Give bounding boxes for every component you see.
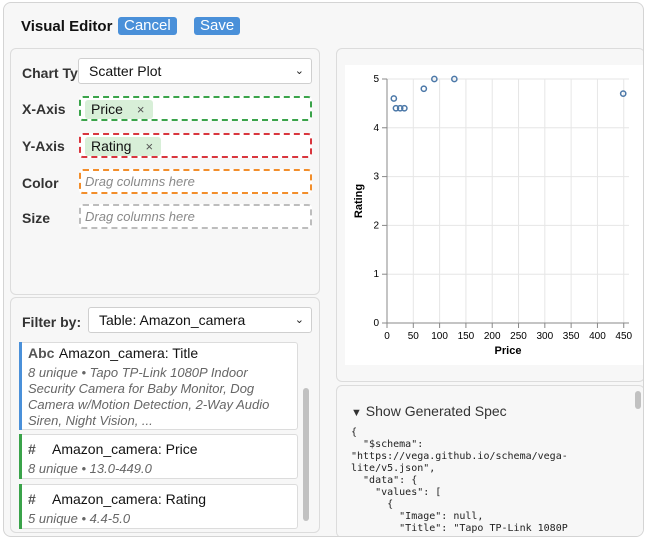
column-card-price[interactable]: # Amazon_camera: Price 8 unique • 13.0-44…	[19, 434, 298, 479]
text-type-icon: Abc	[28, 345, 55, 361]
column-type-bar	[19, 342, 22, 430]
chart-preview-panel: 0 50 100 150 200 250 300 350 400 450 0 1 2 3 4 5 Price Ra…	[336, 48, 643, 382]
triangle-down-icon: ▼	[351, 407, 362, 419]
spec-code: { "$schema": "https://vega.github.io/sch…	[351, 427, 568, 534]
column-name: Amazon_camera: Title	[58, 345, 199, 361]
x-tick-label: 300	[536, 331, 553, 342]
chart-type-value: Scatter Plot	[89, 63, 162, 79]
x-tick-label: 0	[384, 331, 390, 342]
x-tick-label: 450	[615, 331, 632, 342]
spec-panel: ▼ Show Generated Spec { "$schema": "http…	[336, 385, 643, 536]
show-spec-label: Show Generated Spec	[365, 403, 507, 419]
number-type-icon: #	[28, 441, 36, 457]
y-tick-label: 5	[373, 74, 379, 85]
cancel-button[interactable]: Cancel	[118, 17, 177, 35]
size-label: Size	[22, 210, 51, 226]
table-select[interactable]: Table: Amazon_camera ⌄	[88, 307, 312, 333]
chevron-down-icon: ⌄	[294, 65, 304, 77]
y-tick-label: 2	[373, 220, 379, 231]
scatter-point	[619, 90, 627, 97]
x-axis-label: X-Axis	[22, 101, 66, 117]
column-type-bar	[19, 434, 22, 479]
column-description: 8 unique • Tapo TP-Link 1080P Indoor Sec…	[28, 365, 270, 428]
y-tick-label: 0	[373, 318, 379, 329]
x-tick-label: 100	[431, 331, 448, 342]
y-tick-label: 3	[373, 172, 379, 183]
y-tick-label: 1	[373, 269, 379, 280]
editor-header: Visual Editor Cancel Save	[4, 3, 643, 47]
encoding-panel: Chart Type Scatter Plot ⌄ X-Axis Price × …	[10, 48, 320, 295]
x-tick-label: 400	[589, 331, 606, 342]
size-placeholder: Drag columns here	[85, 209, 195, 224]
x-axis-drop-zone[interactable]: Price ×	[79, 96, 312, 121]
scatter-point	[390, 95, 398, 102]
x-tick-label: 350	[563, 331, 580, 342]
color-label: Color	[22, 175, 59, 191]
spec-scrollbar[interactable]	[635, 391, 641, 409]
column-card-title[interactable]: Abc Amazon_camera: Title 8 unique • Tapo…	[19, 342, 298, 430]
y-axis-drop-zone[interactable]: Rating ×	[79, 133, 312, 158]
color-placeholder: Drag columns here	[85, 174, 195, 189]
y-axis-field-name: Rating	[91, 138, 132, 154]
y-axis-field-pill[interactable]: Rating ×	[85, 137, 162, 156]
column-name: Amazon_camera: Rating	[52, 491, 207, 507]
filter-label: Filter by:	[22, 314, 82, 330]
x-tick-label: 150	[458, 331, 475, 342]
column-description: 8 unique • 13.0-449.0	[28, 461, 152, 476]
filter-panel: Filter by: Table: Amazon_camera ⌄ Abc Am…	[10, 297, 320, 533]
column-name: Amazon_camera: Price	[52, 441, 198, 457]
column-list-scrollbar[interactable]	[303, 388, 309, 521]
column-card-rating[interactable]: # Amazon_camera: Rating 5 unique • 4.4-5.…	[19, 484, 298, 529]
column-type-bar	[19, 484, 22, 529]
editor-title: Visual Editor	[21, 18, 113, 35]
column-description: 5 unique • 4.4-5.0	[28, 511, 131, 526]
x-tick-label: 200	[484, 331, 501, 342]
number-type-icon: #	[28, 491, 36, 507]
x-tick-label: 50	[408, 331, 420, 342]
size-drop-zone[interactable]: Drag columns here	[79, 204, 312, 229]
show-spec-toggle[interactable]: ▼ Show Generated Spec	[351, 403, 507, 419]
x-axis-title: Price	[495, 345, 522, 357]
remove-x-field-icon[interactable]: ×	[137, 102, 145, 117]
visual-editor-window: Visual Editor Cancel Save Chart Type Sca…	[3, 2, 644, 537]
color-drop-zone[interactable]: Drag columns here	[79, 169, 312, 194]
y-tick-label: 4	[373, 123, 379, 134]
chevron-down-icon: ⌄	[294, 314, 304, 326]
chart-type-select[interactable]: Scatter Plot ⌄	[78, 58, 312, 84]
table-select-value: Table: Amazon_camera	[99, 312, 246, 328]
scatter-point	[420, 85, 428, 93]
x-axis-field-pill[interactable]: Price ×	[85, 100, 153, 119]
x-tick-label: 250	[510, 331, 527, 342]
save-button[interactable]: Save	[194, 17, 241, 35]
x-axis-field-name: Price	[91, 101, 123, 117]
scatter-chart: 0 50 100 150 200 250 300 350 400 450 0 1 2 3 4 5 Price Ra…	[345, 65, 643, 365]
y-axis-label: Y-Axis	[22, 138, 65, 154]
remove-y-field-icon[interactable]: ×	[145, 139, 153, 154]
y-axis-title: Rating	[353, 184, 365, 218]
